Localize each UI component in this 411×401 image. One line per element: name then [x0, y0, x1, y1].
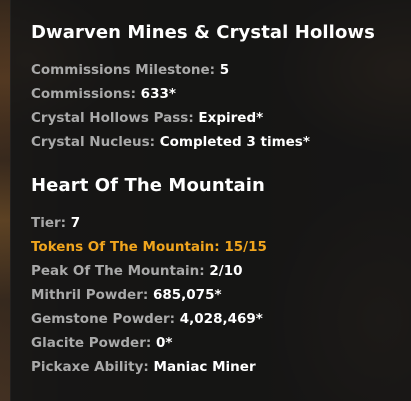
- stat-label: Glacite Powder:: [31, 335, 156, 351]
- stat-row-peak-of-the-mountain: Peak Of The Mountain: 2/10: [31, 259, 401, 283]
- stat-value: 7: [70, 215, 81, 231]
- stat-label: Crystal Hollows Pass:: [31, 110, 199, 126]
- stat-label: Commissions:: [31, 86, 141, 102]
- stat-label: Mithril Powder:: [31, 287, 153, 303]
- stat-value: 0*: [155, 335, 173, 351]
- stat-value: 685,075*: [152, 287, 222, 303]
- stat-value: 5: [219, 62, 230, 78]
- stat-value: Maniac Miner: [153, 359, 256, 375]
- stat-value: 2/10: [209, 263, 243, 279]
- stat-label: Peak Of The Mountain:: [31, 263, 210, 279]
- stat-value: Expired*: [198, 110, 264, 126]
- stat-row-crystal-nucleus: Crystal Nucleus: Completed 3 times*: [31, 130, 401, 154]
- background-scene: Dwarven Mines & Crystal Hollows Commissi…: [0, 0, 411, 401]
- stat-row-tokens-of-the-mountain: Tokens Of The Mountain: 15/15: [31, 235, 401, 259]
- stat-label: Crystal Nucleus:: [31, 134, 160, 150]
- stat-row-mithril-powder: Mithril Powder: 685,075*: [31, 283, 401, 307]
- stat-row-commissions-milestone: Commissions Milestone: 5: [31, 58, 401, 82]
- stat-label: Tokens Of The Mountain:: [31, 239, 225, 255]
- stat-label: Commissions Milestone:: [31, 62, 220, 78]
- dwarven-mines-section: Dwarven Mines & Crystal Hollows Commissi…: [31, 22, 401, 154]
- stat-value: 633*: [140, 86, 176, 102]
- stat-label: Gemstone Powder:: [31, 311, 180, 327]
- stat-value: Completed 3 times*: [159, 134, 310, 150]
- background-strip: [0, 0, 10, 401]
- heart-of-the-mountain-section: Heart Of The Mountain Tier: 7 Tokens Of …: [31, 175, 401, 379]
- stat-value: 4,028,469*: [179, 311, 263, 327]
- stat-value: 15/15: [224, 239, 267, 255]
- stat-label: Tier:: [31, 215, 71, 231]
- stat-row-gemstone-powder: Gemstone Powder: 4,028,469*: [31, 307, 401, 331]
- stat-row-crystal-hollows-pass: Crystal Hollows Pass: Expired*: [31, 106, 401, 130]
- stat-row-glacite-powder: Glacite Powder: 0*: [31, 331, 401, 355]
- stat-label: Pickaxe Ability:: [31, 359, 154, 375]
- hotm-heading: Heart Of The Mountain: [31, 175, 265, 196]
- stat-row-tier: Tier: 7: [31, 211, 401, 235]
- stat-row-commissions: Commissions: 633*: [31, 82, 401, 106]
- stat-row-pickaxe-ability: Pickaxe Ability: Maniac Miner: [31, 355, 401, 379]
- dwarven-mines-heading: Dwarven Mines & Crystal Hollows: [31, 22, 375, 43]
